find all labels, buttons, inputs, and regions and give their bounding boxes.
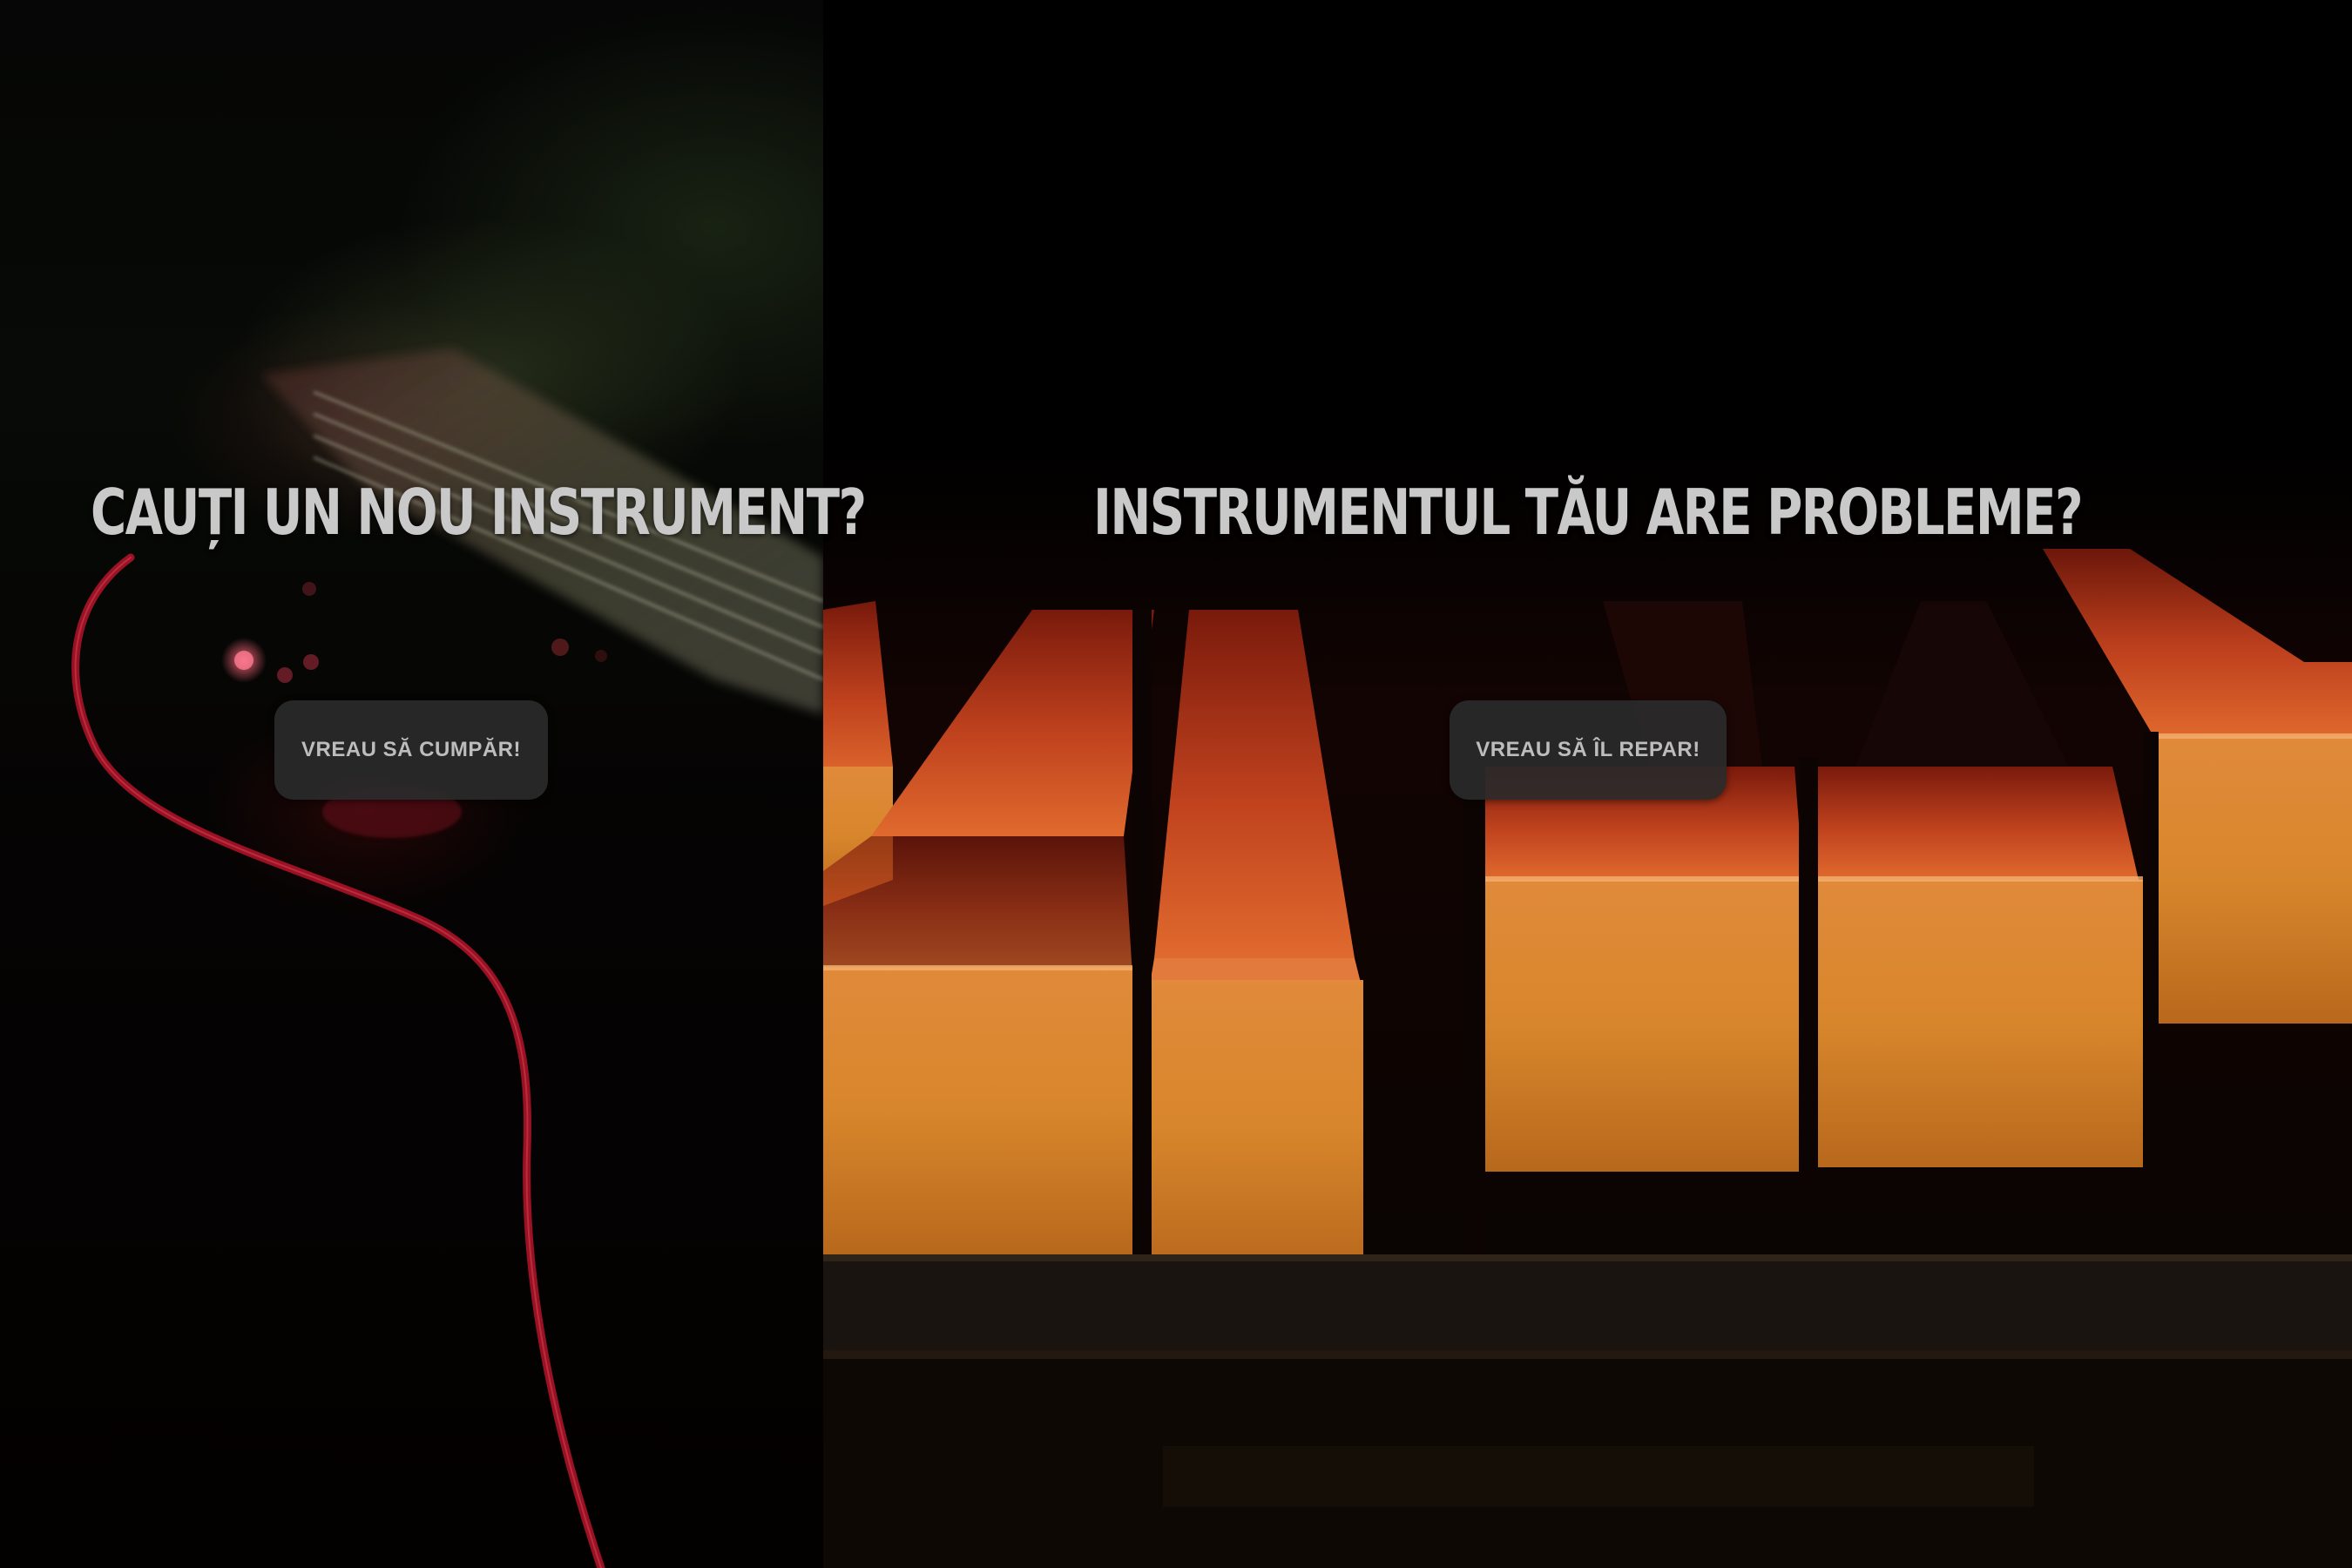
landing-page: CAUȚI UN NOU INSTRUMENT? INSTRUMENTUL TĂ… [0, 0, 2352, 1568]
buy-button[interactable]: VREAU SĂ CUMPĂR! [274, 700, 548, 800]
buy-heading: CAUȚI UN NOU INSTRUMENT? [90, 476, 867, 549]
repair-button[interactable]: VREAU SĂ ÎL REPAR! [1450, 700, 1727, 800]
repair-heading: INSTRUMENTUL TĂU ARE PROBLEME? [1093, 476, 2084, 549]
